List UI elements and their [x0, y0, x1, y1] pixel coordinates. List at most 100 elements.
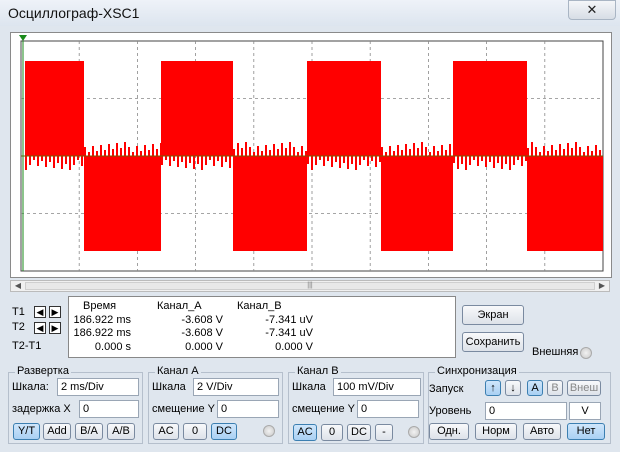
waveform-ripple	[385, 152, 387, 158]
trigger-source-b-button[interactable]: B	[547, 380, 563, 396]
channel-b-ac-button[interactable]: AC	[293, 424, 317, 441]
timebase-scale-label: Шкала:	[12, 381, 49, 393]
waveform-burst	[84, 156, 161, 251]
t1-right-arrow-icon[interactable]: ▶	[49, 306, 61, 318]
t2-right-arrow-icon[interactable]: ▶	[49, 322, 61, 334]
waveform-ripple	[297, 152, 299, 158]
trigger-level-label: Уровень	[429, 405, 472, 417]
waveform-burst	[527, 156, 603, 251]
trigger-source-ext-button[interactable]: Внеш	[567, 380, 601, 396]
horizontal-scrollbar[interactable]: ◀ ||| ▶	[10, 280, 610, 292]
waveform-ripple	[591, 151, 593, 158]
waveform-ripple	[96, 151, 98, 158]
waveform-ripple	[363, 154, 365, 160]
waveform-ripple	[371, 154, 373, 161]
t2-label: T2	[12, 321, 25, 333]
delay-field[interactable]: 0	[79, 400, 139, 418]
waveform-ripple	[253, 152, 255, 158]
channel-b-group: Канал B Шкала 100 mV/Div смещение Y 0 AC…	[288, 365, 424, 444]
channel-b-zero-button[interactable]: 0	[321, 424, 343, 441]
header-channel-a: Канал_A	[157, 300, 202, 312]
close-icon: ✕	[586, 2, 598, 17]
waveform-ripple	[335, 154, 337, 162]
waveform-ripple	[379, 154, 381, 162]
cursor-controls: T1 ◀ ▶ T2 ◀ ▶ T2-T1	[12, 304, 72, 354]
waveform-ripple	[77, 154, 79, 160]
trigger-title: Синхронизация	[435, 365, 519, 377]
trigger-auto-button[interactable]: Авто	[523, 423, 561, 440]
waveform-ripple	[343, 154, 345, 163]
external-label: Внешняя	[532, 346, 579, 358]
mode-yt-button[interactable]: Y/T	[13, 423, 40, 440]
t1-channel-b: -7.341 uV	[265, 314, 313, 326]
waveform-display	[19, 35, 604, 272]
channel-a-offset-field[interactable]: 0	[217, 400, 279, 418]
waveform-ripple	[233, 149, 235, 158]
falling-edge-icon[interactable]: ↓	[505, 380, 521, 396]
channel-a-dc-button[interactable]: DC	[211, 423, 237, 440]
t1-label: T1	[12, 306, 25, 318]
waveform-ripple	[209, 154, 211, 160]
close-button[interactable]: ✕	[568, 0, 616, 20]
channel-b-offset-field[interactable]: 0	[357, 400, 419, 418]
channel-b-scale-field[interactable]: 100 mV/Div	[333, 378, 421, 396]
trigger-single-button[interactable]: Одн.	[429, 423, 469, 440]
waveform-ripple	[393, 151, 395, 158]
waveform-ripple	[277, 149, 279, 158]
waveform-ripple	[57, 154, 59, 163]
timebase-group: Развертка Шкала: 2 ms/Div задержка X 0 Y…	[8, 365, 143, 444]
trigger-none-button[interactable]: Нет	[567, 423, 605, 440]
cursor-marker-icon	[19, 35, 27, 41]
waveform-ripple	[525, 154, 527, 161]
waveform-ripple	[445, 150, 447, 158]
mode-ab-button[interactable]: A/B	[107, 423, 135, 440]
waveform-ripple	[583, 152, 585, 158]
timebase-scale-field[interactable]: 2 ms/Div	[57, 378, 139, 396]
channel-b-invert-button[interactable]: -	[375, 424, 393, 441]
waveform-ripple	[555, 150, 557, 158]
waveform-burst	[381, 156, 453, 251]
waveform-ripple	[489, 154, 491, 162]
channel-a-radio[interactable]	[263, 425, 275, 437]
delta-channel-b: 0.000 V	[275, 341, 313, 353]
t1-left-arrow-icon[interactable]: ◀	[34, 306, 46, 318]
channel-b-offset-label: смещение Y	[292, 403, 355, 415]
waveform-burst	[453, 61, 527, 156]
rising-edge-icon[interactable]: ↑	[485, 380, 501, 396]
scroll-left-icon[interactable]: ◀	[12, 281, 24, 291]
t2-left-arrow-icon[interactable]: ◀	[34, 322, 46, 334]
trigger-source-a-button[interactable]: A	[527, 380, 543, 396]
scroll-thumb[interactable]: |||	[25, 282, 595, 290]
waveform-ripple	[453, 154, 455, 163]
trigger-level-field[interactable]: 0	[485, 402, 567, 420]
channel-a-zero-button[interactable]: 0	[183, 423, 207, 440]
mode-ba-button[interactable]: B/A	[75, 423, 103, 440]
external-radio[interactable]	[580, 347, 592, 359]
waveform-burst	[25, 61, 84, 156]
screen-button[interactable]: Экран	[462, 305, 524, 325]
channel-b-dc-button[interactable]: DC	[347, 424, 371, 441]
waveform-ripple	[547, 151, 549, 158]
oscilloscope-screen	[10, 32, 612, 278]
waveform-ripple	[305, 151, 307, 158]
t2-channel-a: -3.608 V	[181, 327, 223, 339]
channel-a-title: Канал A	[155, 365, 201, 377]
channel-a-scale-field[interactable]: 2 V/Div	[193, 378, 279, 396]
scroll-right-icon[interactable]: ▶	[596, 281, 608, 291]
waveform-ripple	[599, 150, 601, 158]
mode-add-button[interactable]: Add	[43, 423, 71, 440]
waveform-ripple	[148, 150, 150, 158]
save-button[interactable]: Сохранить	[462, 332, 524, 352]
header-channel-b: Канал_B	[237, 300, 282, 312]
trigger-normal-button[interactable]: Норм	[475, 423, 517, 440]
trigger-group: Синхронизация Запуск ↑ ↓ A B Внеш Уровен…	[428, 365, 611, 444]
waveform-ripple	[173, 154, 175, 161]
waveform-ripple	[517, 154, 519, 160]
delta-time: 0.000 s	[94, 341, 131, 353]
channel-a-ac-button[interactable]: AC	[153, 423, 179, 440]
trigger-level-unit[interactable]: V	[569, 402, 601, 420]
waveform-ripple	[481, 154, 483, 161]
waveform-ripple	[189, 154, 191, 163]
channel-b-radio[interactable]	[408, 426, 420, 438]
t2-time: 186.922 ms	[73, 327, 131, 339]
